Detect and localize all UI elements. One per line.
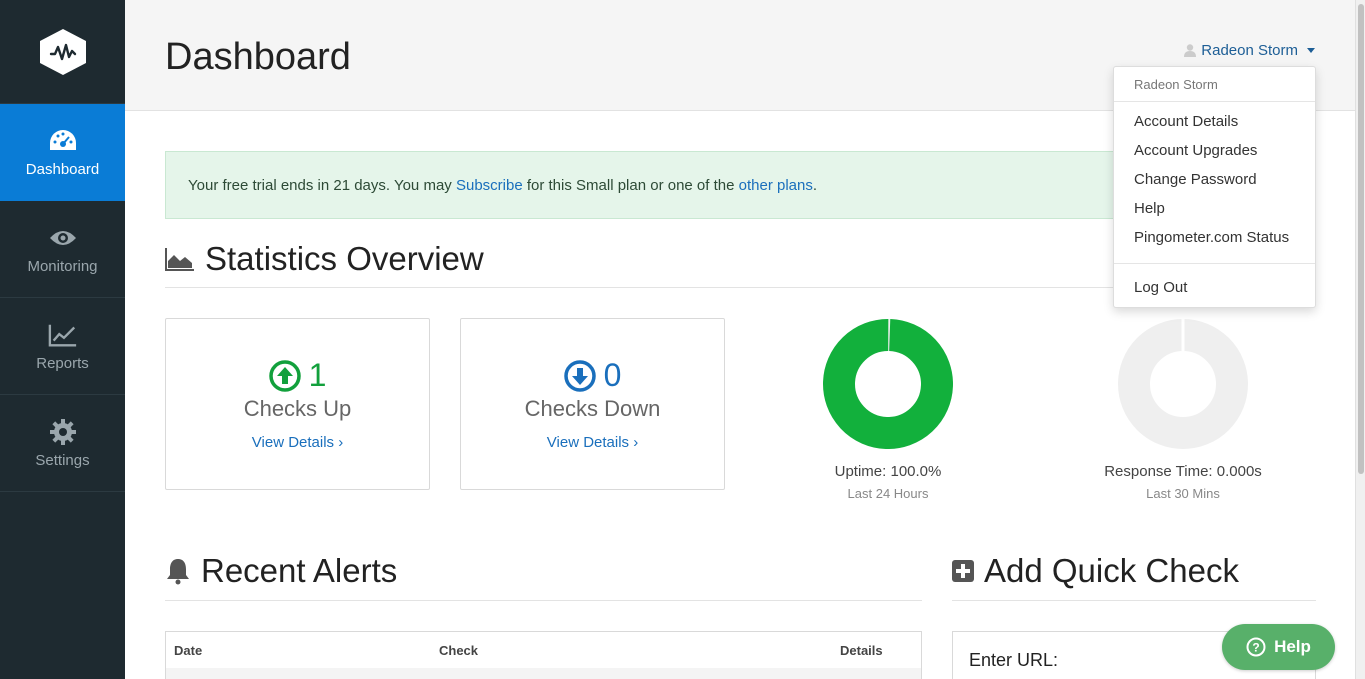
menu-item-help[interactable]: Help bbox=[1134, 200, 1165, 217]
recent-alerts-heading: Recent Alerts bbox=[165, 552, 397, 590]
checks-down-value: 0 bbox=[603, 357, 622, 393]
checks-down-count-row: 0 bbox=[461, 357, 724, 394]
logo[interactable] bbox=[0, 0, 125, 104]
line-chart-icon bbox=[48, 321, 78, 349]
response-time-label: Response Time: 0.000s bbox=[1104, 463, 1262, 480]
plus-square-icon bbox=[952, 560, 974, 582]
sidebar-item-settings[interactable]: Settings bbox=[0, 395, 125, 492]
user-dropdown-menu: Radeon Storm Account Details Account Upg… bbox=[1113, 66, 1316, 308]
divider bbox=[952, 600, 1316, 601]
checks-down-label: Checks Down bbox=[524, 396, 661, 421]
statistics-overview-heading: Statistics Overview bbox=[165, 240, 484, 278]
menu-item-account-upgrades[interactable]: Account Upgrades bbox=[1134, 142, 1257, 159]
sidebar-item-dashboard[interactable]: Dashboard bbox=[0, 104, 125, 201]
help-button-label: Help bbox=[1274, 637, 1311, 656]
pingometer-logo-icon bbox=[39, 28, 86, 75]
chevron-down-icon bbox=[1307, 48, 1315, 53]
eye-icon bbox=[48, 224, 78, 252]
column-header-details[interactable]: Details bbox=[840, 643, 883, 658]
trial-middle: for this Small plan or one of the bbox=[526, 176, 735, 194]
dashboard-gauge-icon bbox=[48, 127, 78, 155]
trial-suffix: . bbox=[812, 176, 818, 194]
uptime-donut-arc bbox=[823, 319, 953, 449]
add-quick-check-heading: Add Quick Check bbox=[952, 552, 1239, 590]
user-icon bbox=[1184, 44, 1197, 57]
sidebar-item-label: Dashboard bbox=[25, 161, 100, 178]
sidebar-item-label: Settings bbox=[35, 451, 90, 469]
menu-item-account-details[interactable]: Account Details bbox=[1134, 113, 1238, 130]
sidebar-item-label: Reports bbox=[36, 354, 89, 372]
response-time-sub-label: Last 30 Mins bbox=[1146, 486, 1220, 501]
section-title-text: Recent Alerts bbox=[201, 552, 398, 589]
checks-up-card: 1 Checks Up View Details › bbox=[165, 318, 430, 490]
sidebar-item-reports[interactable]: Reports bbox=[0, 298, 125, 395]
table-row bbox=[166, 668, 921, 679]
response-time-donut-chart bbox=[1118, 319, 1248, 449]
trial-prefix: Your free trial ends in 21 days. You may bbox=[188, 176, 452, 194]
dropdown-divider bbox=[1114, 263, 1315, 264]
column-header-check[interactable]: Check bbox=[439, 643, 478, 658]
dropdown-header: Radeon Storm bbox=[1134, 77, 1218, 92]
question-circle-icon: ? bbox=[1246, 637, 1266, 657]
divider bbox=[165, 600, 922, 601]
sidebar-item-monitoring[interactable]: Monitoring bbox=[0, 201, 125, 298]
url-field-label: Enter URL: bbox=[969, 650, 1059, 670]
scroll-thumb[interactable] bbox=[1358, 4, 1364, 474]
help-button[interactable]: ? Help bbox=[1222, 624, 1335, 670]
checks-up-count-row: 1 bbox=[166, 357, 429, 394]
svg-text:?: ? bbox=[1252, 641, 1259, 655]
user-menu-toggle[interactable]: Radeon Storm bbox=[1184, 42, 1315, 59]
section-title-text: Add Quick Check bbox=[984, 552, 1239, 589]
dropdown-divider bbox=[1114, 101, 1315, 102]
recent-alerts-table: Date Check Details bbox=[165, 631, 922, 679]
page-scrollbar[interactable] bbox=[1355, 0, 1365, 679]
sidebar: Dashboard Monitoring Reports Settings bbox=[0, 0, 125, 679]
checks-down-view-details-link[interactable]: View Details › bbox=[461, 434, 724, 451]
gear-icon bbox=[48, 418, 78, 446]
uptime-label: Uptime: 100.0% bbox=[834, 463, 942, 480]
other-plans-link[interactable]: other plans bbox=[739, 177, 813, 194]
checks-up-view-details-link[interactable]: View Details › bbox=[166, 434, 429, 451]
response-time-widget: Response Time: 0.000s Last 30 Mins bbox=[1083, 318, 1283, 501]
uptime-donut-chart bbox=[823, 319, 953, 449]
menu-item-log-out[interactable]: Log Out bbox=[1134, 279, 1187, 296]
section-title-text: Statistics Overview bbox=[205, 240, 484, 277]
column-header-date[interactable]: Date bbox=[174, 643, 202, 658]
page-title: Dashboard bbox=[165, 36, 351, 78]
area-chart-icon bbox=[165, 248, 194, 271]
menu-item-change-password[interactable]: Change Password bbox=[1134, 171, 1257, 188]
menu-item-status[interactable]: Pingometer.com Status bbox=[1134, 229, 1289, 246]
bell-icon bbox=[167, 559, 189, 585]
sidebar-item-label: Monitoring bbox=[27, 257, 98, 275]
uptime-sub-label: Last 24 Hours bbox=[847, 486, 929, 501]
user-name: Radeon Storm bbox=[1201, 42, 1298, 59]
subscribe-link[interactable]: Subscribe bbox=[456, 177, 523, 194]
uptime-widget: Uptime: 100.0% Last 24 Hours bbox=[788, 318, 988, 501]
arrow-up-circle-icon bbox=[268, 359, 301, 392]
checks-down-card: 0 Checks Down View Details › bbox=[460, 318, 725, 490]
arrow-down-circle-icon bbox=[563, 359, 596, 392]
checks-up-value: 1 bbox=[308, 357, 327, 393]
checks-up-label: Checks Up bbox=[243, 396, 352, 421]
